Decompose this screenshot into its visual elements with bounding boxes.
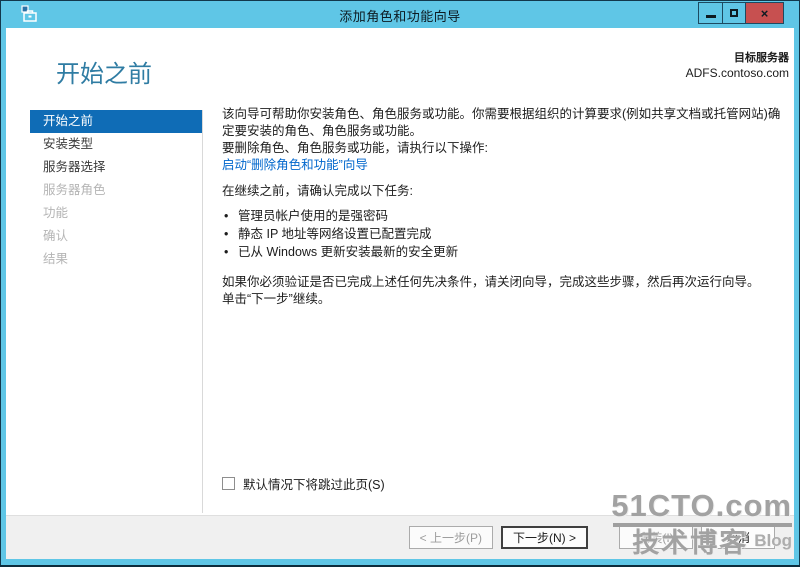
confirm-heading: 在继续之前，请确认完成以下任务: bbox=[222, 184, 413, 198]
titlebar[interactable]: 添加角色和功能向导 × bbox=[0, 0, 800, 28]
minimize-icon bbox=[705, 14, 716, 18]
task-text: 管理员帐户使用的是强密码 bbox=[238, 209, 389, 223]
verify-note: 如果你必须验证是否已完成上述任何先决条件，请关闭向导，完成这些步骤，然后再次运行… bbox=[222, 275, 760, 289]
skip-page-option: 默认情况下将跳过此页(S) bbox=[222, 474, 385, 493]
list-item: • 管理员帐户使用的是强密码 bbox=[224, 207, 786, 225]
bullet-icon: • bbox=[224, 245, 229, 259]
page-content: 该向导可帮助你安装角色、角色服务或功能。你需要根据组织的计算要求(例如共享文档或… bbox=[222, 106, 786, 308]
wizard-footer: < 上一步(P) 下一步(N) > 安装(I) 取消 bbox=[6, 515, 794, 559]
task-text: 静态 IP 地址等网络设置已配置完成 bbox=[238, 227, 432, 241]
skip-page-label[interactable]: 默认情况下将跳过此页(S) bbox=[243, 474, 385, 493]
next-hint: 单击“下一步”继续。 bbox=[222, 292, 331, 306]
wizard-steps: 开始之前 安装类型 服务器选择 服务器角色 功能 确认 结果 bbox=[30, 110, 202, 271]
bullet-icon: • bbox=[224, 227, 229, 241]
window-title: 添加角色和功能向导 bbox=[339, 9, 461, 24]
step-results: 结果 bbox=[43, 252, 69, 266]
minimize-button[interactable] bbox=[698, 2, 723, 24]
task-text: 已从 Windows 更新安装最新的安全更新 bbox=[238, 245, 459, 259]
step-server-selection[interactable]: 服务器选择 bbox=[30, 156, 202, 179]
list-item: • 已从 Windows 更新安装最新的安全更新 bbox=[224, 243, 786, 261]
step-confirmation: 确认 bbox=[43, 229, 69, 243]
close-button[interactable]: × bbox=[745, 2, 784, 24]
install-button: 安装(I) bbox=[619, 526, 693, 549]
list-item: • 静态 IP 地址等网络设置已配置完成 bbox=[224, 225, 786, 243]
target-server-label: 目标服务器 bbox=[734, 52, 789, 64]
close-icon: × bbox=[760, 5, 769, 21]
target-server-value: ADFS.contoso.com bbox=[685, 66, 789, 80]
target-server-info: 目标服务器 ADFS.contoso.com bbox=[686, 49, 789, 80]
step-features: 功能 bbox=[43, 206, 69, 220]
step-installation-type[interactable]: 安装类型 bbox=[30, 133, 202, 156]
skip-page-checkbox[interactable] bbox=[222, 477, 235, 490]
page-title: 开始之前 bbox=[56, 61, 152, 88]
window-controls: × bbox=[698, 2, 784, 24]
maximize-icon bbox=[730, 9, 738, 17]
sidebar-divider bbox=[202, 110, 203, 513]
step-server-roles: 服务器角色 bbox=[43, 183, 106, 197]
intro-paragraph: 该向导可帮助你安装角色、角色服务或功能。你需要根据组织的计算要求(例如共享文档或… bbox=[222, 107, 781, 138]
next-button[interactable]: 下一步(N) > bbox=[500, 526, 588, 549]
remove-heading: 要删除角色、角色服务或功能，请执行以下操作: bbox=[222, 141, 488, 155]
cancel-button[interactable]: 取消 bbox=[701, 526, 775, 549]
wizard-window: 添加角色和功能向导 × 开始之前 目标服务器 ADFS.contoso.com … bbox=[0, 0, 800, 567]
wizard-body: 开始之前 目标服务器 ADFS.contoso.com 开始之前 安装类型 服务… bbox=[6, 28, 794, 559]
previous-button: < 上一步(P) bbox=[408, 526, 493, 549]
step-before-you-begin[interactable]: 开始之前 bbox=[30, 110, 202, 133]
prerequisite-list: • 管理员帐户使用的是强密码 • 静态 IP 地址等网络设置已配置完成 • 已从 Wi… bbox=[224, 207, 786, 261]
bullet-icon: • bbox=[224, 209, 229, 223]
maximize-button[interactable] bbox=[722, 2, 746, 24]
remove-roles-link[interactable]: 启动“删除角色和功能”向导 bbox=[222, 157, 368, 174]
